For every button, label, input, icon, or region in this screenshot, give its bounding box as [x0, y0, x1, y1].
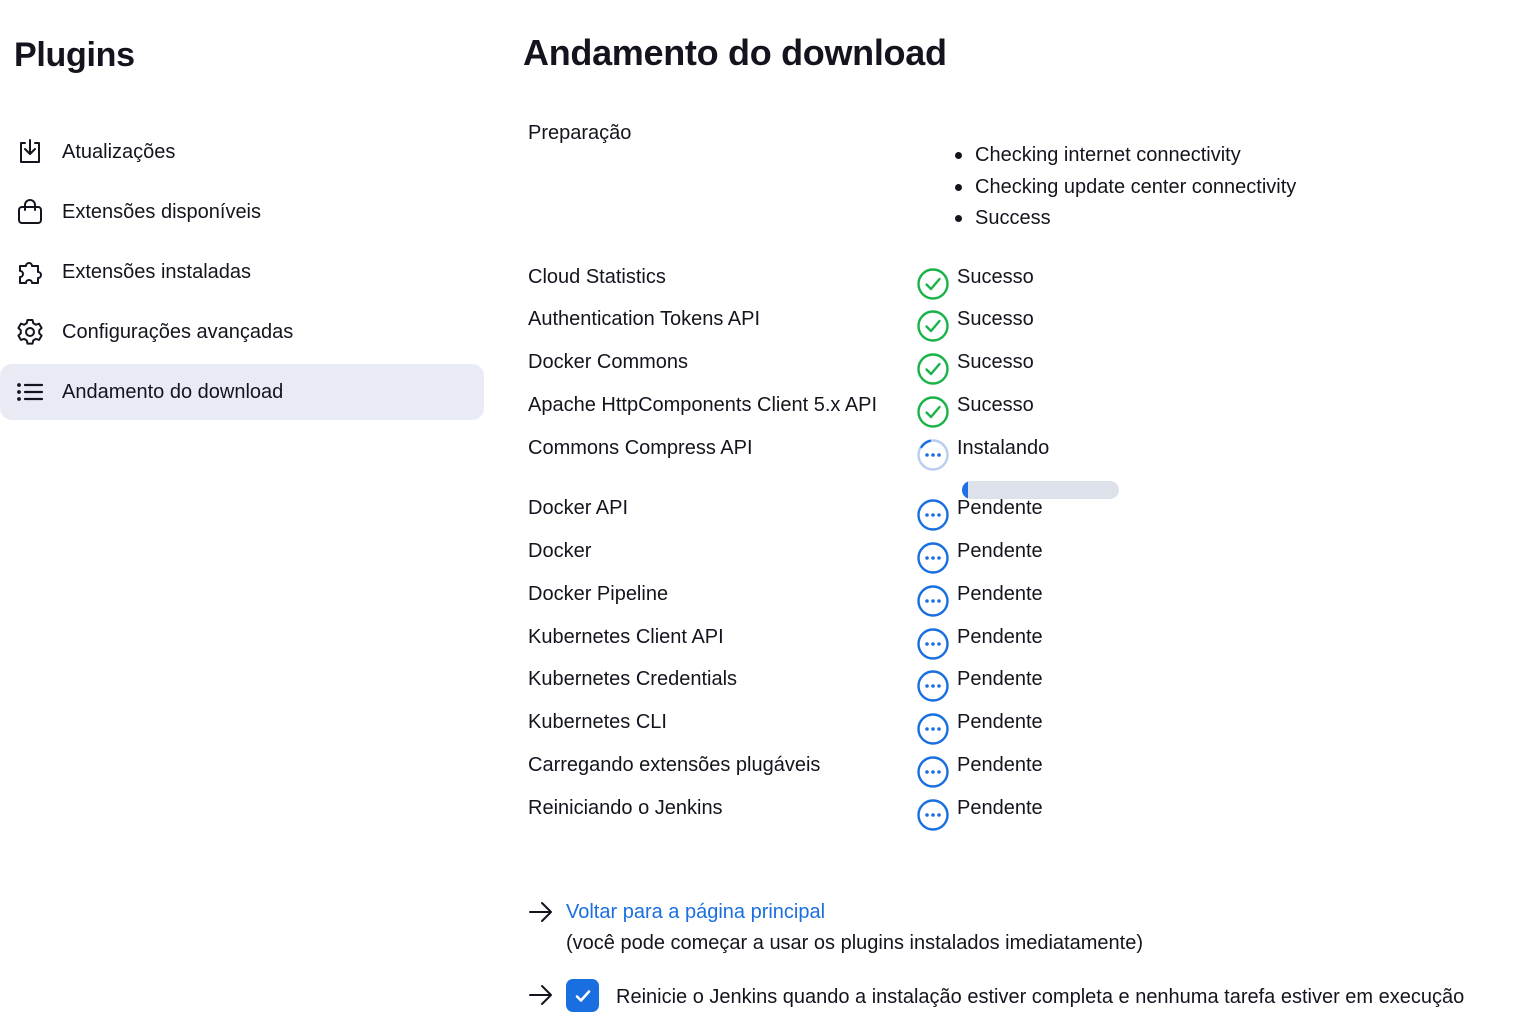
arrow-right-icon: [529, 985, 552, 1005]
success-check-icon: [917, 268, 949, 300]
pending-dots-icon: [917, 670, 949, 702]
list-item: Success: [954, 205, 1296, 237]
list-icon: [14, 376, 46, 408]
arrow-right-icon: [529, 902, 552, 922]
gear-icon: [14, 316, 46, 348]
plugin-status: Pendente: [957, 626, 1043, 648]
page-title: Andamento do download: [523, 32, 947, 73]
plugin-status: Pendente: [957, 797, 1043, 819]
list-item: Checking update center connectivity: [954, 174, 1296, 206]
plugin-status: Pendente: [957, 583, 1043, 605]
pending-dots-icon: [917, 713, 949, 745]
plugin-row: Kubernetes Credentials Pendente: [523, 666, 1513, 706]
restart-row: Reinicie o Jenkins quando a instalação e…: [528, 979, 1518, 1022]
plugin-row: Apache HttpComponents Client 5.x API Suce…: [523, 392, 1513, 432]
back-to-home-link[interactable]: Voltar para a página principal: [566, 899, 825, 925]
plugin-name: Authentication Tokens API: [528, 308, 761, 330]
pending-dots-icon: [917, 628, 949, 660]
sidebar-item-available[interactable]: Extensões disponíveis: [0, 184, 484, 240]
plugin-name: Docker Commons: [528, 351, 689, 373]
pending-dots-icon: [917, 542, 949, 574]
plugin-name: Docker API: [528, 497, 629, 519]
plugin-name: Cloud Statistics: [528, 266, 666, 288]
plugin-row: Docker Commons Sucesso: [523, 349, 1513, 389]
success-check-icon: [917, 310, 949, 342]
plugin-row: Reiniciando o Jenkins Pendente: [523, 795, 1513, 835]
plugin-status: Sucesso: [957, 351, 1034, 373]
back-link-note: (você pode começar a usar os plugins ins…: [566, 932, 1143, 954]
plugin-status: Pendente: [957, 754, 1043, 776]
preparation-steps: Checking internet connectivity Checking …: [954, 142, 1296, 237]
sidebar-item-label: Atualizações: [62, 140, 176, 163]
plugin-name: Kubernetes Credentials: [528, 668, 738, 690]
plugin-row: Docker API Pendente: [523, 495, 1513, 535]
plugin-row: Commons Compress API Instalando: [523, 435, 1513, 499]
pending-dots-icon: [917, 585, 949, 617]
plugin-status: Pendente: [957, 668, 1043, 690]
plugin-row: Docker Pendente: [523, 538, 1513, 578]
check-icon: [575, 989, 590, 1002]
plugin-row: Docker Pipeline Pendente: [523, 581, 1513, 621]
plugin-name: Kubernetes CLI: [528, 711, 667, 733]
success-check-icon: [917, 353, 949, 385]
plugin-name: Carregando extensões plugáveis: [528, 754, 821, 776]
sidebar-item-download-progress[interactable]: Andamento do download: [0, 364, 484, 420]
restart-checkbox-label: Reinicie o Jenkins quando a instalação e…: [616, 986, 1465, 1008]
plugin-status: Instalando: [957, 437, 1050, 459]
plugin-row: Kubernetes Client API Pendente: [523, 624, 1513, 664]
preparation-label: Preparação: [528, 122, 632, 144]
list-item: Checking internet connectivity: [954, 142, 1296, 174]
plugin-name: Apache HttpComponents Client 5.x API: [528, 394, 878, 416]
pending-dots-icon: [917, 499, 949, 531]
plugin-name: Docker Pipeline: [528, 583, 669, 605]
sidebar-item-label: Configurações avançadas: [62, 320, 294, 343]
installing-spinner-icon: [917, 439, 949, 471]
sidebar-item-advanced[interactable]: Configurações avançadas: [0, 304, 484, 360]
download-icon: [14, 136, 46, 168]
plugin-row: Authentication Tokens API Sucesso: [523, 306, 1513, 346]
main-content: Andamento do download Preparação Checkin…: [523, 0, 1536, 1036]
plugin-status: Sucesso: [957, 266, 1034, 288]
sidebar-item-updates[interactable]: Atualizações: [0, 124, 484, 180]
puzzle-icon: [14, 256, 46, 288]
sidebar-item-label: Andamento do download: [62, 380, 284, 403]
sidebar-item-label: Extensões disponíveis: [62, 200, 262, 223]
shopping-bag-icon: [14, 196, 46, 228]
back-link-row: Voltar para a página principal (você pod…: [528, 899, 1428, 959]
plugin-status: Sucesso: [957, 308, 1034, 330]
restart-checkbox[interactable]: [566, 979, 599, 1012]
plugin-name: Reiniciando o Jenkins: [528, 797, 723, 819]
sidebar: Plugins Atualizações Extensões disponíve…: [0, 0, 500, 1036]
pending-dots-icon: [917, 799, 949, 831]
sidebar-item-label: Extensões instaladas: [62, 260, 252, 283]
plugin-status: Pendente: [957, 497, 1043, 519]
plugin-status: Pendente: [957, 711, 1043, 733]
sidebar-title: Plugins: [14, 36, 135, 74]
plugin-row: Carregando extensões plugáveis Pendente: [523, 752, 1513, 792]
plugin-row: Cloud Statistics Sucesso: [523, 264, 1513, 304]
plugin-status: Pendente: [957, 540, 1043, 562]
pending-dots-icon: [917, 756, 949, 788]
plugin-row: Kubernetes CLI Pendente: [523, 709, 1513, 749]
sidebar-item-installed[interactable]: Extensões instaladas: [0, 244, 484, 300]
plugin-name: Commons Compress API: [528, 437, 753, 459]
success-check-icon: [917, 396, 949, 428]
plugin-name: Kubernetes Client API: [528, 626, 724, 648]
plugin-name: Docker: [528, 540, 592, 562]
plugin-status: Sucesso: [957, 394, 1034, 416]
